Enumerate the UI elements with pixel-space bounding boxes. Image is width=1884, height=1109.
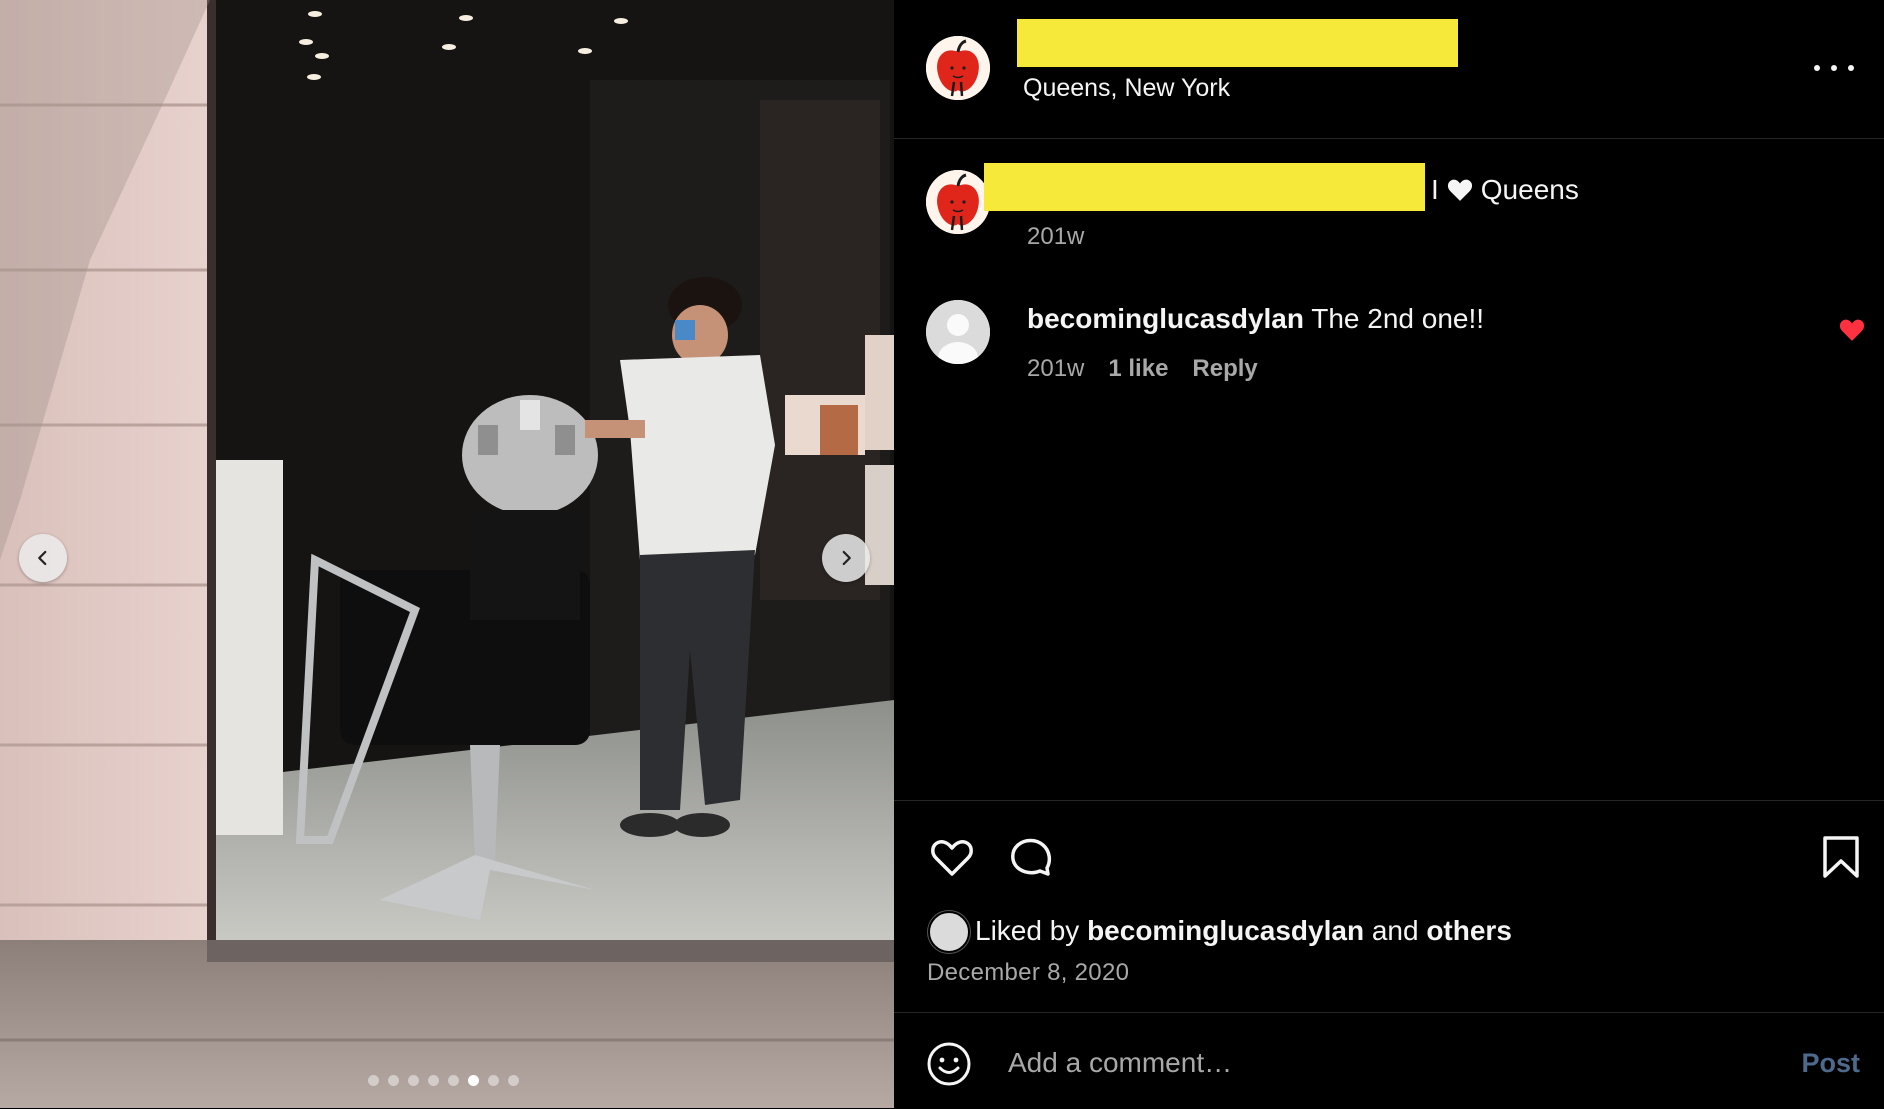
post-location[interactable]: Queens, New York: [1023, 74, 1230, 103]
comment-composer: Post: [894, 1012, 1884, 1109]
default-user-icon: [926, 300, 990, 364]
liker-avatar[interactable]: [928, 911, 970, 953]
comment-likes-count[interactable]: 1 like: [1108, 355, 1168, 383]
chevron-left-icon: [38, 550, 47, 566]
comment-meta: 201w 1 like Reply: [1027, 355, 1258, 383]
carousel-prev-button[interactable]: [19, 534, 67, 582]
liked-by-summary: Liked by becominglucasdylan and others: [975, 915, 1512, 947]
caption-text: I Queens: [1431, 174, 1579, 206]
carousel-dot: [508, 1075, 519, 1086]
post-detail-panel: Queens, New York I Queens 201w becomingl…: [894, 0, 1884, 1108]
carousel-indicator: [368, 1075, 519, 1086]
comment-timestamp: 201w: [1027, 355, 1085, 382]
commenter-avatar[interactable]: [926, 300, 990, 364]
caption-suffix: Queens: [1480, 174, 1579, 205]
white-heart-icon: [1447, 179, 1472, 201]
more-horizontal-icon: [1814, 65, 1820, 71]
comment-bubble-icon[interactable]: [1007, 833, 1055, 881]
comment-like-heart-icon[interactable]: [1839, 318, 1865, 342]
post-actions: Liked by becominglucasdylan and others D…: [894, 800, 1884, 1013]
post-comment-button[interactable]: Post: [1801, 1048, 1860, 1079]
carousel-dot: [368, 1075, 379, 1086]
post-photo: [0, 0, 894, 1108]
carousel-dot: [468, 1075, 479, 1086]
redacted-caption-username: [984, 163, 1425, 211]
comment-body: becominglucasdylan The 2nd one!!: [1027, 303, 1484, 335]
carousel-dot: [408, 1075, 419, 1086]
apple-logo-icon: [926, 170, 990, 234]
caption-author-avatar[interactable]: [926, 170, 990, 234]
chevron-right-icon: [842, 550, 851, 566]
liked-by-user[interactable]: becominglucasdylan: [1087, 915, 1364, 946]
comment-username[interactable]: becominglucasdylan: [1027, 303, 1304, 334]
carousel-next-button[interactable]: [822, 534, 870, 582]
carousel-dot: [428, 1075, 439, 1086]
bookmark-outline-icon[interactable]: [1819, 833, 1863, 881]
post-header: Queens, New York: [894, 0, 1884, 139]
apple-logo-icon: [926, 36, 990, 100]
liked-by-others[interactable]: others: [1426, 915, 1512, 946]
carousel-dot: [488, 1075, 499, 1086]
author-avatar[interactable]: [926, 36, 990, 100]
liked-by-connector: and: [1371, 915, 1419, 946]
post-media[interactable]: [0, 0, 894, 1108]
comment-input[interactable]: [1006, 1037, 1650, 1089]
liked-by-prefix: Liked by: [975, 915, 1080, 946]
carousel-dot: [388, 1075, 399, 1086]
caption-timestamp: 201w: [1027, 223, 1085, 250]
more-options-button[interactable]: [1814, 56, 1854, 80]
heart-outline-icon[interactable]: [928, 833, 976, 881]
smiley-icon[interactable]: [926, 1041, 972, 1087]
comment-reply-button[interactable]: Reply: [1192, 355, 1257, 383]
carousel-dot: [448, 1075, 459, 1086]
redacted-username: [1017, 19, 1458, 67]
post-date: December 8, 2020: [927, 959, 1130, 986]
caption-prefix: I: [1431, 174, 1439, 205]
comment-text: The 2nd one!!: [1311, 303, 1485, 334]
